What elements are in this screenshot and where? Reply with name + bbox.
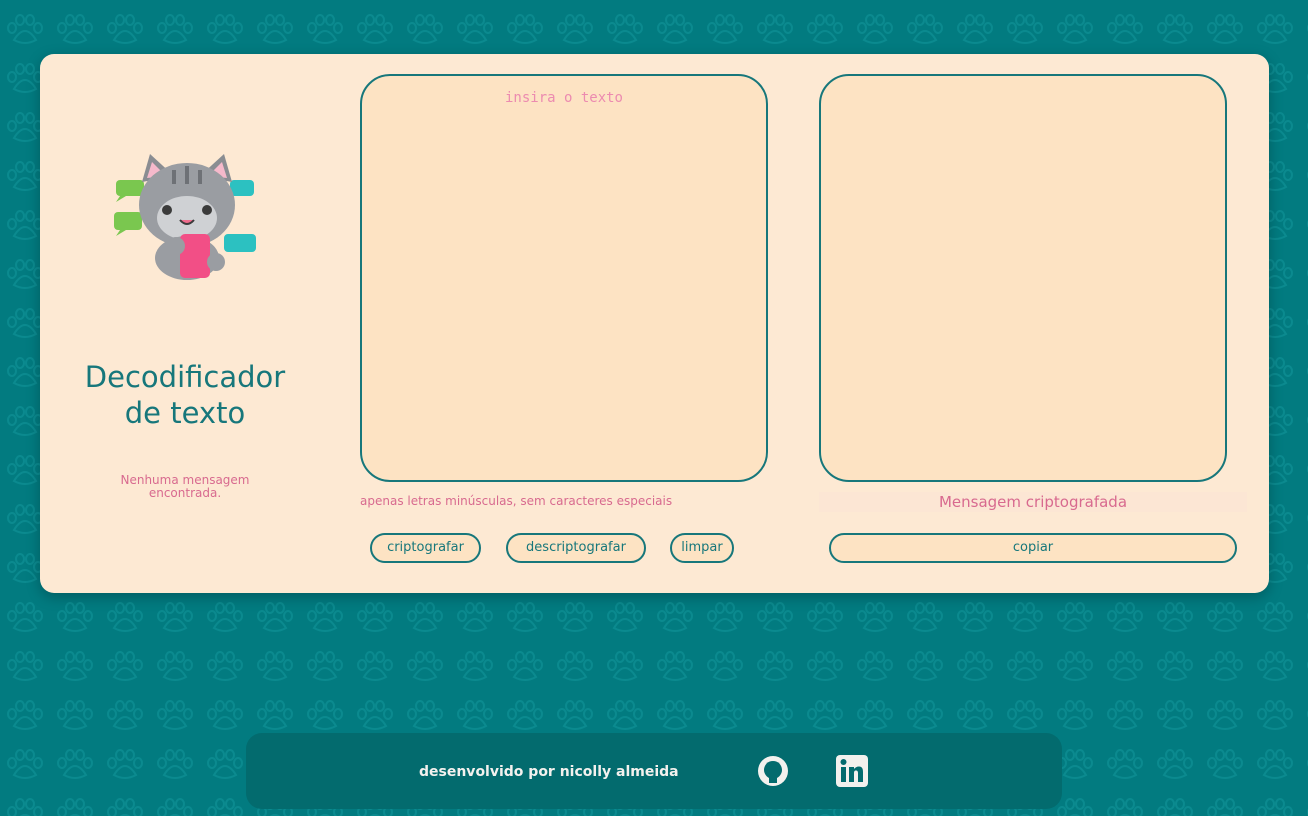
cat-with-phone-icon [114,154,256,280]
copy-button[interactable]: copiar [829,533,1237,563]
github-icon[interactable] [756,754,790,788]
decrypt-button[interactable]: descriptografar [506,533,646,563]
title-line-1: Decodificador [84,360,286,394]
output-label: Mensagem criptografada [819,492,1247,512]
footer: desenvolvido por nicolly almeida [246,733,1062,809]
encrypt-button[interactable]: criptografar [370,533,481,563]
title-line-2: de texto [124,396,246,430]
input-placeholder: insira o texto [504,90,623,106]
linkedin-icon[interactable] [835,754,869,788]
clear-button[interactable]: limpar [670,533,734,563]
footer-credit: desenvolvido por nicolly almeida [419,764,679,780]
empty-message-line-2: encontrada. [148,486,222,500]
output-textarea[interactable] [819,74,1227,482]
input-hint: apenas letras minúsculas, sem caracteres… [360,494,673,508]
empty-message: Nenhuma mensagem encontrada. [95,474,275,500]
page-title: Decodificador de texto [60,359,310,431]
input-textarea[interactable]: insira o texto [360,74,768,482]
main-card: Decodificador de texto Nenhuma mensagem … [40,54,1269,593]
